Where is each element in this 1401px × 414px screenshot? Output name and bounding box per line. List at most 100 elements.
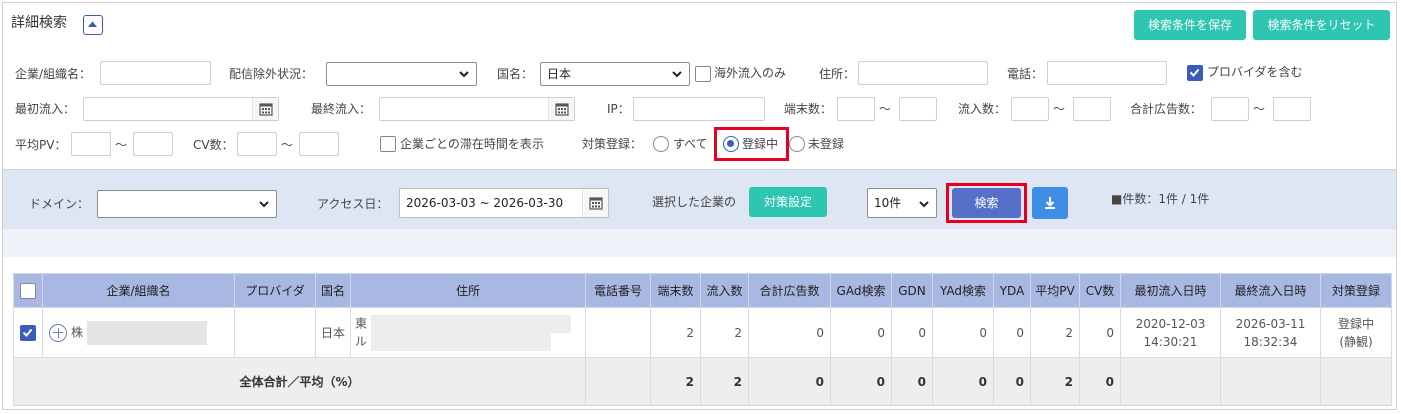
chevron-down-icon: [919, 201, 929, 208]
cv-count-min-input[interactable]: [237, 132, 277, 156]
measure-setting-button[interactable]: 対策設定: [749, 187, 827, 217]
select-all-checkbox[interactable]: [20, 282, 36, 299]
total-gdn: 0: [891, 357, 933, 406]
inflow-count-min-input[interactable]: [1011, 97, 1049, 121]
access-date-value: 2026-03-03 ~ 2026-03-30: [406, 196, 564, 210]
measure-option-registered-label: 登録中: [742, 137, 779, 151]
phone-input[interactable]: [1047, 61, 1167, 85]
measure-radio-registered[interactable]: [723, 136, 739, 152]
access-date-range-input[interactable]: 2026-03-03 ~ 2026-03-30: [399, 188, 609, 218]
total-measure: [1320, 357, 1392, 406]
col-header-last-inflow[interactable]: 最終流入日時: [1220, 273, 1321, 308]
collapse-toggle-button[interactable]: [83, 15, 103, 35]
avg-pv-max-input[interactable]: [133, 132, 173, 156]
calendar-icon[interactable]: [582, 189, 608, 217]
include-provider-label: プロバイダを含む: [1207, 65, 1303, 79]
avg-pv-min-input[interactable]: [71, 132, 111, 156]
measure-radio-unregistered[interactable]: [789, 136, 805, 152]
download-button[interactable]: [1032, 187, 1068, 219]
measure-registration-label: 対策登録：: [582, 137, 643, 151]
domain-select[interactable]: [97, 190, 277, 218]
measure-radio-all[interactable]: [653, 136, 669, 152]
overseas-only-checkbox[interactable]: [695, 66, 711, 82]
save-conditions-button[interactable]: 検索条件を保存: [1134, 10, 1246, 40]
total-terminals: 2: [650, 357, 701, 406]
country-select[interactable]: 日本: [540, 62, 690, 86]
spacer-band: [3, 229, 1396, 257]
col-header-yda[interactable]: YDA: [993, 273, 1031, 308]
col-header-company[interactable]: 企業/組織名: [42, 273, 235, 308]
company-label: 企業/組織名：: [15, 67, 92, 81]
first-inflow-time: 14:30:21: [1143, 334, 1198, 349]
col-header-country[interactable]: 国名: [315, 273, 351, 308]
calendar-icon[interactable]: [252, 98, 278, 120]
per-page-select[interactable]: 10件: [867, 188, 937, 218]
search-button[interactable]: 検索: [952, 188, 1021, 218]
measure-option-all-label: すべて: [673, 137, 708, 151]
total-label: 全体合計／平均（%）: [13, 357, 586, 406]
range-separator: ～: [115, 138, 128, 152]
terminal-count-max-input[interactable]: [899, 97, 937, 121]
col-header-yad-search[interactable]: YAd検索: [932, 273, 994, 308]
measure-note: (静観): [1339, 334, 1373, 349]
col-header-measure[interactable]: 対策登録: [1320, 273, 1392, 308]
dwell-time-label: 企業ごとの滞在時間を表示: [400, 137, 544, 151]
expand-plus-icon[interactable]: [49, 323, 67, 342]
total-ads-max-input[interactable]: [1273, 97, 1311, 121]
measure-status[interactable]: 登録中: [1327, 315, 1385, 333]
total-ads-cell: 0: [748, 307, 831, 358]
total-first-inflow: [1120, 357, 1221, 406]
col-header-provider[interactable]: プロバイダ: [234, 273, 316, 308]
table-total-row: 全体合計／平均（%） 2 2 0 0 0 0 0 2 0: [13, 357, 1392, 406]
reset-conditions-button[interactable]: 検索条件をリセット: [1253, 10, 1390, 40]
domain-label: ドメイン：: [29, 197, 90, 211]
country-value: 日本: [547, 67, 572, 81]
col-header-cv[interactable]: CV数: [1079, 273, 1121, 308]
measure-option-unregistered-label: 未登録: [808, 137, 845, 151]
address-input[interactable]: [858, 61, 988, 85]
calendar-icon[interactable]: [548, 98, 574, 120]
table-header-row: 企業/組織名 プロバイダ 国名 住所 電話番号 端末数 流入数 合計広告数 GA…: [13, 273, 1392, 308]
col-header-address[interactable]: 住所: [350, 273, 586, 308]
col-header-first-inflow[interactable]: 最初流入日時: [1120, 273, 1221, 308]
advanced-search-panel: 詳細検索 検索条件を保存 検索条件をリセット 企業/組織名： 配信除外状況： 国…: [2, 2, 1397, 410]
col-header-gdn[interactable]: GDN: [891, 273, 933, 308]
chevron-down-icon: [259, 201, 269, 208]
col-header-gad-search[interactable]: GAd検索: [830, 273, 892, 308]
col-header-total-ads[interactable]: 合計広告数: [748, 273, 831, 308]
first-inflow-date: 2020-12-03: [1135, 316, 1206, 331]
first-inflow-date-input[interactable]: [83, 97, 279, 121]
col-header-terminals[interactable]: 端末数: [650, 273, 701, 308]
include-provider-checkbox[interactable]: [1187, 65, 1203, 81]
inflow-count-max-input[interactable]: [1073, 97, 1111, 121]
total-ads: 0: [748, 357, 831, 406]
total-yad-search: 0: [932, 357, 994, 406]
total-ads-min-input[interactable]: [1211, 97, 1249, 121]
row-select-cell: [13, 307, 43, 358]
delivery-exclusion-select[interactable]: [326, 62, 477, 86]
chevron-down-icon: [672, 71, 682, 78]
ip-input[interactable]: [633, 97, 765, 121]
cv-count-max-input[interactable]: [299, 132, 339, 156]
yad-search-cell: 0: [932, 307, 994, 358]
col-header-inflows[interactable]: 流入数: [700, 273, 749, 308]
last-inflow-date-input[interactable]: [379, 97, 575, 121]
measure-status-cell: 登録中 (静観): [1320, 307, 1392, 358]
col-header-avg-pv[interactable]: 平均PV: [1030, 273, 1080, 308]
row-checkbox[interactable]: [20, 324, 36, 341]
company-input[interactable]: [100, 61, 211, 85]
table-row: 株 日本 東 ル 2 2 0 0 0 0 0 2 0 2020-12-03 14…: [13, 307, 1392, 358]
col-header-phone[interactable]: 電話番号: [585, 273, 651, 308]
per-page-value: 10件: [874, 196, 902, 210]
address-cell: 東 ル: [350, 307, 586, 358]
avg-pv-label: 平均PV：: [15, 138, 67, 152]
company-name[interactable]: 株: [71, 325, 83, 339]
phone-cell: [585, 307, 651, 358]
total-cv: 0: [1079, 357, 1121, 406]
country-cell: 日本: [315, 307, 351, 358]
check-icon: [22, 328, 33, 337]
page-title: 詳細検索: [11, 15, 67, 31]
dwell-time-checkbox[interactable]: [380, 136, 396, 152]
terminal-count-min-input[interactable]: [837, 97, 875, 121]
avg-pv-cell: 2: [1030, 307, 1080, 358]
